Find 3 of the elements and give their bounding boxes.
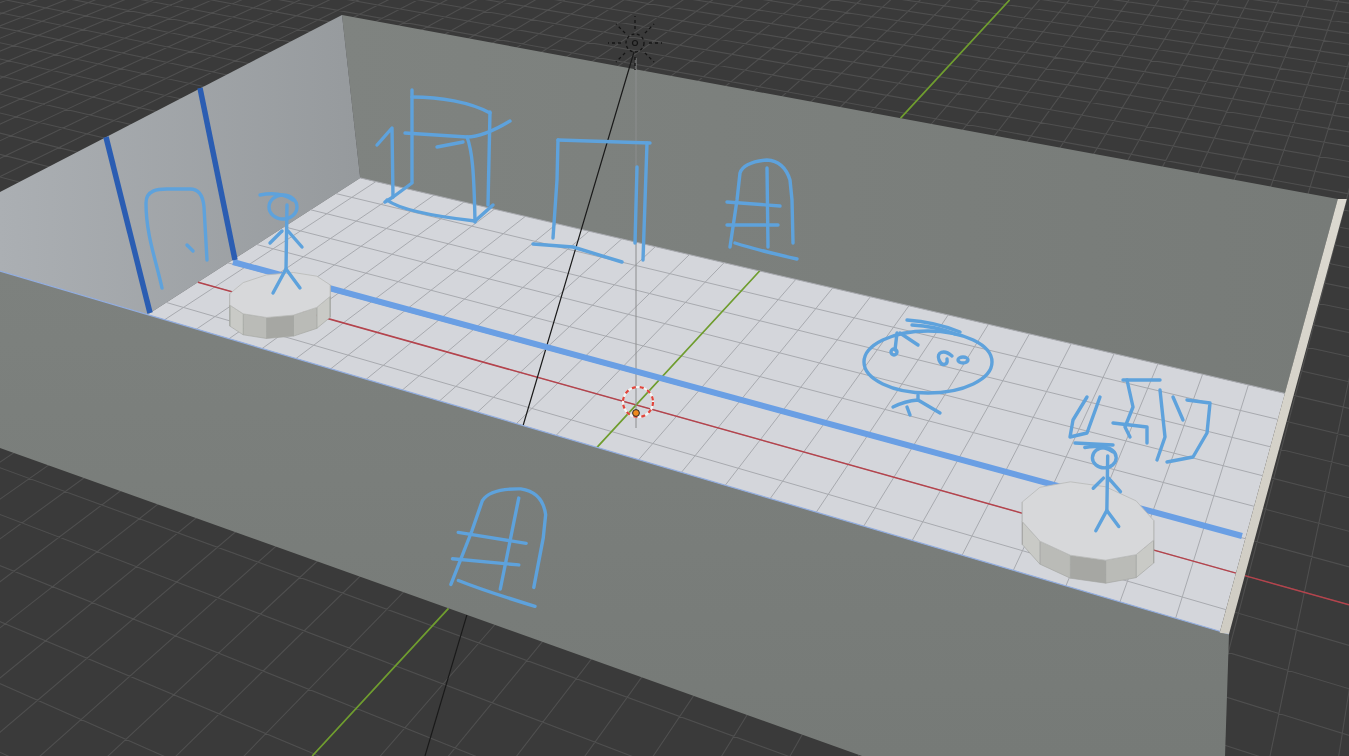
origin-dot-icon xyxy=(632,409,640,417)
sun-lamp-icon xyxy=(607,15,663,71)
cursor-icon xyxy=(621,385,655,419)
